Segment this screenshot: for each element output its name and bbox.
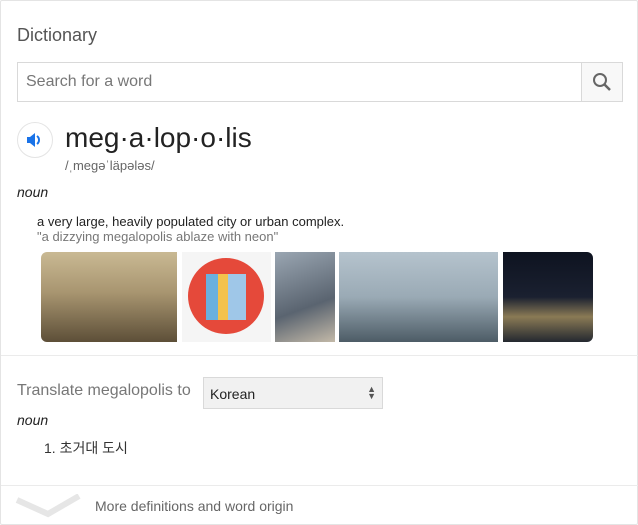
translation-pos: noun (17, 412, 49, 428)
search-input[interactable] (18, 63, 581, 101)
part-of-speech: noun (17, 184, 49, 200)
image-city-icon[interactable] (182, 252, 271, 342)
language-select[interactable]: Korean ▲ ▼ (203, 377, 383, 409)
dictionary-card: Dictionary meg·a·lop·o·lis /ˌmeɡəˈläpələ… (0, 0, 638, 525)
divider (1, 485, 638, 486)
phonetic: /ˌmeɡəˈläpələs/ (65, 158, 155, 173)
divider (1, 355, 638, 356)
image-city-night[interactable] (503, 252, 593, 342)
search-bar (17, 62, 623, 102)
chevron-down-icon[interactable] (15, 494, 81, 518)
speaker-icon (27, 133, 40, 147)
pronounce-button[interactable] (17, 122, 53, 158)
headword: meg·a·lop·o·lis (65, 122, 252, 153)
card-title: Dictionary (17, 25, 98, 45)
select-arrows-icon: ▲ ▼ (367, 384, 376, 401)
translation-item: 1. 초거대 도시 (44, 440, 128, 456)
search-button[interactable] (581, 63, 622, 101)
search-icon (593, 73, 611, 91)
image-city-skyline[interactable] (339, 252, 498, 342)
example: "a dizzying megalopolis ablaze with neon… (37, 229, 279, 244)
language-selected: Korean (210, 386, 256, 402)
image-city-aerial[interactable] (275, 252, 335, 342)
translate-label: Translate megalopolis to (17, 382, 191, 399)
definition: a very large, heavily populated city or … (37, 214, 345, 229)
more-definitions-link[interactable]: More definitions and word origin (95, 498, 293, 514)
image-city-smog[interactable] (41, 252, 177, 342)
